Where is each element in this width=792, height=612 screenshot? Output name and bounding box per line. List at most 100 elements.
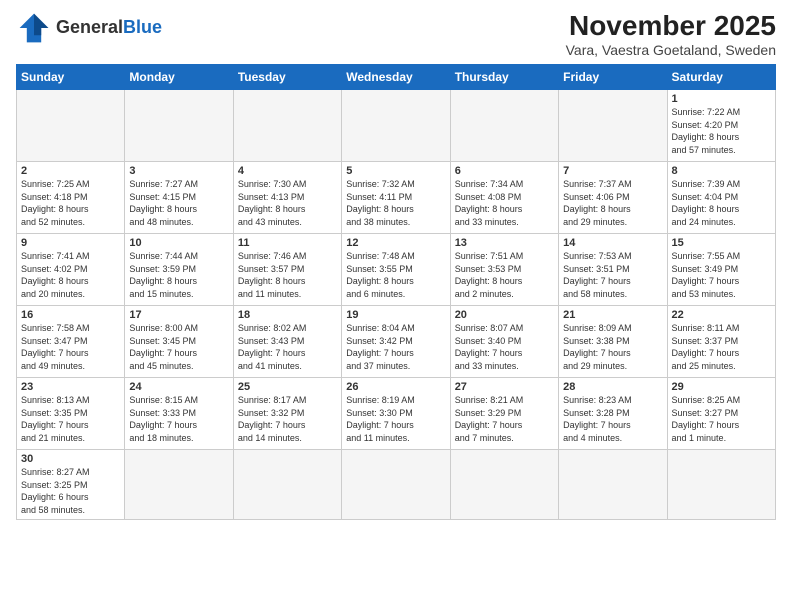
calendar-cell: 16Sunrise: 7:58 AM Sunset: 3:47 PM Dayli…	[17, 306, 125, 378]
calendar-cell: 26Sunrise: 8:19 AM Sunset: 3:30 PM Dayli…	[342, 378, 450, 450]
day-number: 25	[238, 381, 337, 393]
calendar-cell: 8Sunrise: 7:39 AM Sunset: 4:04 PM Daylig…	[667, 162, 775, 234]
calendar-cell: 3Sunrise: 7:27 AM Sunset: 4:15 PM Daylig…	[125, 162, 233, 234]
title-block: November 2025 Vara, Vaestra Goetaland, S…	[566, 10, 776, 58]
day-number: 28	[563, 381, 662, 393]
day-number: 11	[238, 237, 337, 249]
day-info: Sunrise: 8:23 AM Sunset: 3:28 PM Dayligh…	[563, 394, 662, 444]
day-number: 21	[563, 309, 662, 321]
calendar-cell: 20Sunrise: 8:07 AM Sunset: 3:40 PM Dayli…	[450, 306, 558, 378]
day-info: Sunrise: 8:21 AM Sunset: 3:29 PM Dayligh…	[455, 394, 554, 444]
weekday-thursday: Thursday	[450, 65, 558, 90]
day-number: 4	[238, 165, 337, 177]
calendar-cell	[342, 450, 450, 520]
weekday-monday: Monday	[125, 65, 233, 90]
calendar-cell: 23Sunrise: 8:13 AM Sunset: 3:35 PM Dayli…	[17, 378, 125, 450]
weekday-wednesday: Wednesday	[342, 65, 450, 90]
header: GeneralBlue November 2025 Vara, Vaestra …	[16, 10, 776, 58]
day-info: Sunrise: 8:04 AM Sunset: 3:42 PM Dayligh…	[346, 322, 445, 372]
day-number: 20	[455, 309, 554, 321]
calendar-cell: 21Sunrise: 8:09 AM Sunset: 3:38 PM Dayli…	[559, 306, 667, 378]
calendar-cell: 14Sunrise: 7:53 AM Sunset: 3:51 PM Dayli…	[559, 234, 667, 306]
day-number: 6	[455, 165, 554, 177]
day-info: Sunrise: 7:53 AM Sunset: 3:51 PM Dayligh…	[563, 250, 662, 300]
day-number: 2	[21, 165, 120, 177]
day-number: 1	[672, 93, 771, 105]
day-info: Sunrise: 7:39 AM Sunset: 4:04 PM Dayligh…	[672, 178, 771, 228]
day-number: 23	[21, 381, 120, 393]
calendar-cell: 17Sunrise: 8:00 AM Sunset: 3:45 PM Dayli…	[125, 306, 233, 378]
week-row-4: 23Sunrise: 8:13 AM Sunset: 3:35 PM Dayli…	[17, 378, 776, 450]
calendar-cell: 25Sunrise: 8:17 AM Sunset: 3:32 PM Dayli…	[233, 378, 341, 450]
week-row-3: 16Sunrise: 7:58 AM Sunset: 3:47 PM Dayli…	[17, 306, 776, 378]
day-info: Sunrise: 7:34 AM Sunset: 4:08 PM Dayligh…	[455, 178, 554, 228]
calendar-cell: 7Sunrise: 7:37 AM Sunset: 4:06 PM Daylig…	[559, 162, 667, 234]
day-info: Sunrise: 8:27 AM Sunset: 3:25 PM Dayligh…	[21, 466, 120, 516]
day-info: Sunrise: 7:27 AM Sunset: 4:15 PM Dayligh…	[129, 178, 228, 228]
calendar-cell: 12Sunrise: 7:48 AM Sunset: 3:55 PM Dayli…	[342, 234, 450, 306]
week-row-1: 2Sunrise: 7:25 AM Sunset: 4:18 PM Daylig…	[17, 162, 776, 234]
day-info: Sunrise: 7:37 AM Sunset: 4:06 PM Dayligh…	[563, 178, 662, 228]
day-number: 9	[21, 237, 120, 249]
day-number: 5	[346, 165, 445, 177]
calendar-cell	[125, 90, 233, 162]
calendar-cell: 27Sunrise: 8:21 AM Sunset: 3:29 PM Dayli…	[450, 378, 558, 450]
week-row-5: 30Sunrise: 8:27 AM Sunset: 3:25 PM Dayli…	[17, 450, 776, 520]
calendar-cell: 24Sunrise: 8:15 AM Sunset: 3:33 PM Dayli…	[125, 378, 233, 450]
calendar-cell: 18Sunrise: 8:02 AM Sunset: 3:43 PM Dayli…	[233, 306, 341, 378]
day-number: 7	[563, 165, 662, 177]
calendar-cell	[450, 90, 558, 162]
day-info: Sunrise: 8:07 AM Sunset: 3:40 PM Dayligh…	[455, 322, 554, 372]
day-info: Sunrise: 7:30 AM Sunset: 4:13 PM Dayligh…	[238, 178, 337, 228]
calendar-cell: 19Sunrise: 8:04 AM Sunset: 3:42 PM Dayli…	[342, 306, 450, 378]
calendar-cell	[559, 450, 667, 520]
calendar-cell	[233, 90, 341, 162]
page-subtitle: Vara, Vaestra Goetaland, Sweden	[566, 42, 776, 58]
page-title: November 2025	[566, 10, 776, 42]
calendar-cell: 22Sunrise: 8:11 AM Sunset: 3:37 PM Dayli…	[667, 306, 775, 378]
calendar-cell	[559, 90, 667, 162]
calendar-cell: 1Sunrise: 7:22 AM Sunset: 4:20 PM Daylig…	[667, 90, 775, 162]
calendar-cell: 10Sunrise: 7:44 AM Sunset: 3:59 PM Dayli…	[125, 234, 233, 306]
day-info: Sunrise: 7:58 AM Sunset: 3:47 PM Dayligh…	[21, 322, 120, 372]
day-info: Sunrise: 7:46 AM Sunset: 3:57 PM Dayligh…	[238, 250, 337, 300]
day-number: 14	[563, 237, 662, 249]
day-number: 13	[455, 237, 554, 249]
day-info: Sunrise: 7:25 AM Sunset: 4:18 PM Dayligh…	[21, 178, 120, 228]
day-number: 12	[346, 237, 445, 249]
day-info: Sunrise: 8:25 AM Sunset: 3:27 PM Dayligh…	[672, 394, 771, 444]
day-info: Sunrise: 8:19 AM Sunset: 3:30 PM Dayligh…	[346, 394, 445, 444]
calendar-cell: 5Sunrise: 7:32 AM Sunset: 4:11 PM Daylig…	[342, 162, 450, 234]
calendar: SundayMondayTuesdayWednesdayThursdayFrid…	[16, 64, 776, 520]
day-number: 26	[346, 381, 445, 393]
day-info: Sunrise: 8:17 AM Sunset: 3:32 PM Dayligh…	[238, 394, 337, 444]
calendar-cell: 2Sunrise: 7:25 AM Sunset: 4:18 PM Daylig…	[17, 162, 125, 234]
day-info: Sunrise: 7:41 AM Sunset: 4:02 PM Dayligh…	[21, 250, 120, 300]
calendar-cell: 30Sunrise: 8:27 AM Sunset: 3:25 PM Dayli…	[17, 450, 125, 520]
day-number: 24	[129, 381, 228, 393]
day-info: Sunrise: 8:15 AM Sunset: 3:33 PM Dayligh…	[129, 394, 228, 444]
day-info: Sunrise: 8:00 AM Sunset: 3:45 PM Dayligh…	[129, 322, 228, 372]
day-number: 30	[21, 453, 120, 465]
day-number: 18	[238, 309, 337, 321]
day-info: Sunrise: 7:55 AM Sunset: 3:49 PM Dayligh…	[672, 250, 771, 300]
calendar-cell: 15Sunrise: 7:55 AM Sunset: 3:49 PM Dayli…	[667, 234, 775, 306]
day-info: Sunrise: 8:09 AM Sunset: 3:38 PM Dayligh…	[563, 322, 662, 372]
day-info: Sunrise: 7:22 AM Sunset: 4:20 PM Dayligh…	[672, 106, 771, 156]
calendar-cell	[450, 450, 558, 520]
day-number: 10	[129, 237, 228, 249]
calendar-cell	[233, 450, 341, 520]
weekday-friday: Friday	[559, 65, 667, 90]
calendar-cell: 29Sunrise: 8:25 AM Sunset: 3:27 PM Dayli…	[667, 378, 775, 450]
calendar-cell	[667, 450, 775, 520]
logo-text: GeneralBlue	[56, 18, 162, 38]
day-info: Sunrise: 7:48 AM Sunset: 3:55 PM Dayligh…	[346, 250, 445, 300]
calendar-cell: 13Sunrise: 7:51 AM Sunset: 3:53 PM Dayli…	[450, 234, 558, 306]
weekday-saturday: Saturday	[667, 65, 775, 90]
week-row-0: 1Sunrise: 7:22 AM Sunset: 4:20 PM Daylig…	[17, 90, 776, 162]
day-number: 3	[129, 165, 228, 177]
day-number: 29	[672, 381, 771, 393]
calendar-cell: 6Sunrise: 7:34 AM Sunset: 4:08 PM Daylig…	[450, 162, 558, 234]
day-number: 22	[672, 309, 771, 321]
calendar-cell: 9Sunrise: 7:41 AM Sunset: 4:02 PM Daylig…	[17, 234, 125, 306]
